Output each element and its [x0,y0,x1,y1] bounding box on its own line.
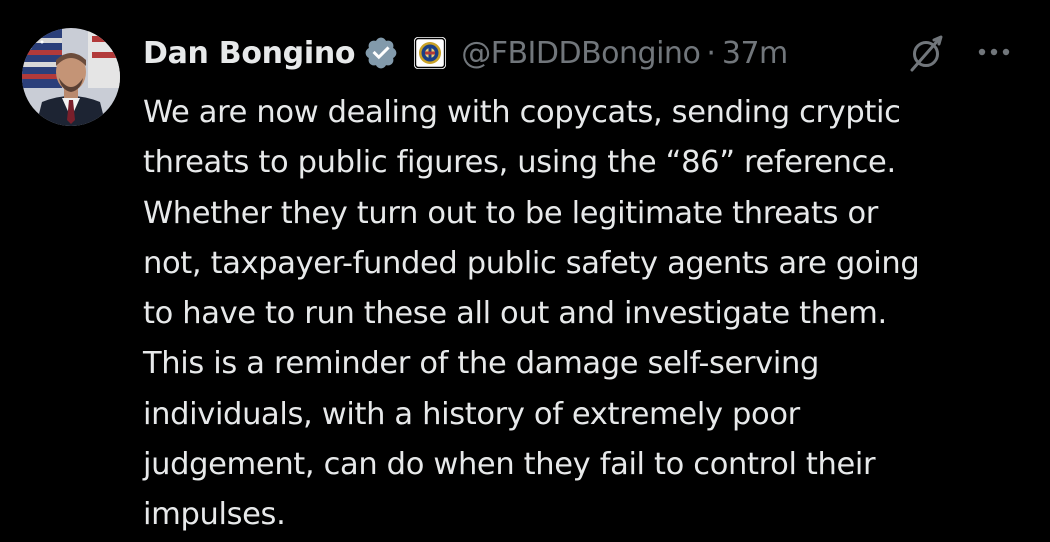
timestamp[interactable]: 37m [722,36,788,71]
more-options-icon[interactable] [974,38,1014,66]
author-name[interactable]: Dan Bongino [143,36,356,71]
tweet-card[interactable]: Dan Bongino @FBIDDBongino · 37m We are n… [0,0,1050,542]
avatar-image [22,28,120,126]
tweet-text: We are now dealing with copycats, sendin… [143,95,920,533]
grok-icon[interactable] [904,32,948,76]
separator-dot: · [706,35,716,71]
fbi-seal-icon[interactable] [413,36,447,70]
tweet-header: Dan Bongino @FBIDDBongino · 37m [143,30,788,76]
author-handle[interactable]: @FBIDDBongino [461,36,701,71]
avatar[interactable] [22,28,120,126]
verified-badge-icon[interactable] [363,35,399,71]
